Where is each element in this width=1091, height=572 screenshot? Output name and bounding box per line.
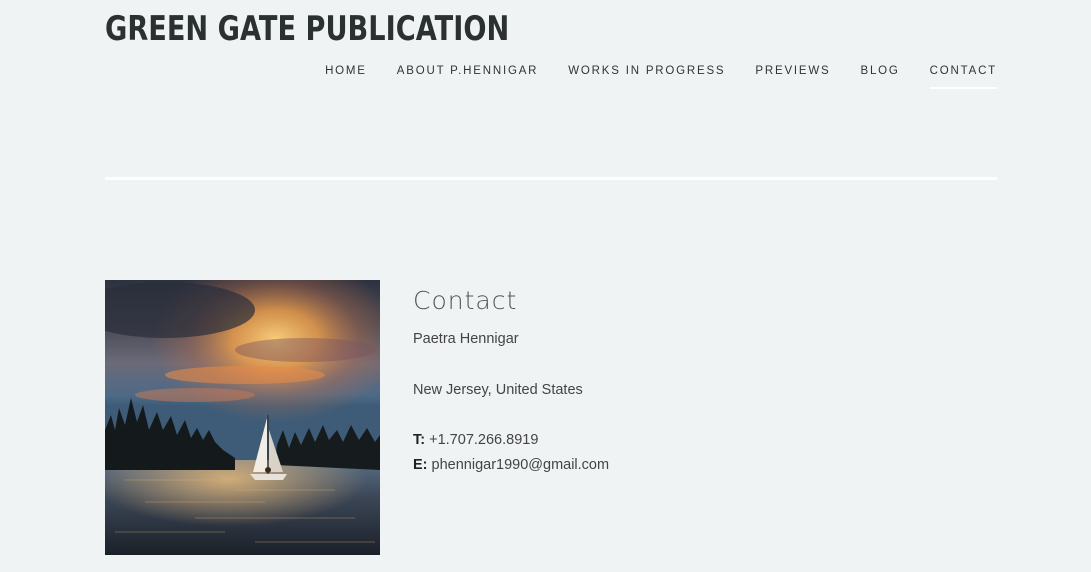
email-address[interactable]: phennigar1990@gmail.com xyxy=(432,457,610,473)
contact-heading: Contact xyxy=(413,286,518,315)
contact-name: Paetra Hennigar xyxy=(413,331,519,347)
sailboat-sunset-image xyxy=(105,280,380,555)
main-nav: HOME ABOUT P.HENNIGAR WORKS IN PROGRESS … xyxy=(325,64,997,89)
contact-location: New Jersey, United States xyxy=(413,382,583,398)
contact-email-line: E: phennigar1990@gmail.com xyxy=(413,453,913,478)
email-label: E: xyxy=(413,457,428,473)
nav-item-works-in-progress[interactable]: WORKS IN PROGRESS xyxy=(568,64,725,89)
phone-number[interactable]: +1.707.266.8919 xyxy=(429,432,538,448)
nav-item-about[interactable]: ABOUT P.HENNIGAR xyxy=(397,64,539,89)
nav-item-home[interactable]: HOME xyxy=(325,64,367,89)
contact-phone-line: T: +1.707.266.8919 xyxy=(413,428,913,453)
header-divider xyxy=(105,177,997,180)
contact-section: Contact Paetra Hennigar New Jersey, Unit… xyxy=(413,282,913,478)
nav-item-contact[interactable]: CONTACT xyxy=(929,64,997,89)
nav-item-blog[interactable]: BLOG xyxy=(861,64,900,89)
phone-label: T: xyxy=(413,432,426,448)
nav-item-previews[interactable]: PREVIEWS xyxy=(755,64,830,89)
site-title[interactable]: GREEN GATE PUBLICATION xyxy=(105,6,509,52)
